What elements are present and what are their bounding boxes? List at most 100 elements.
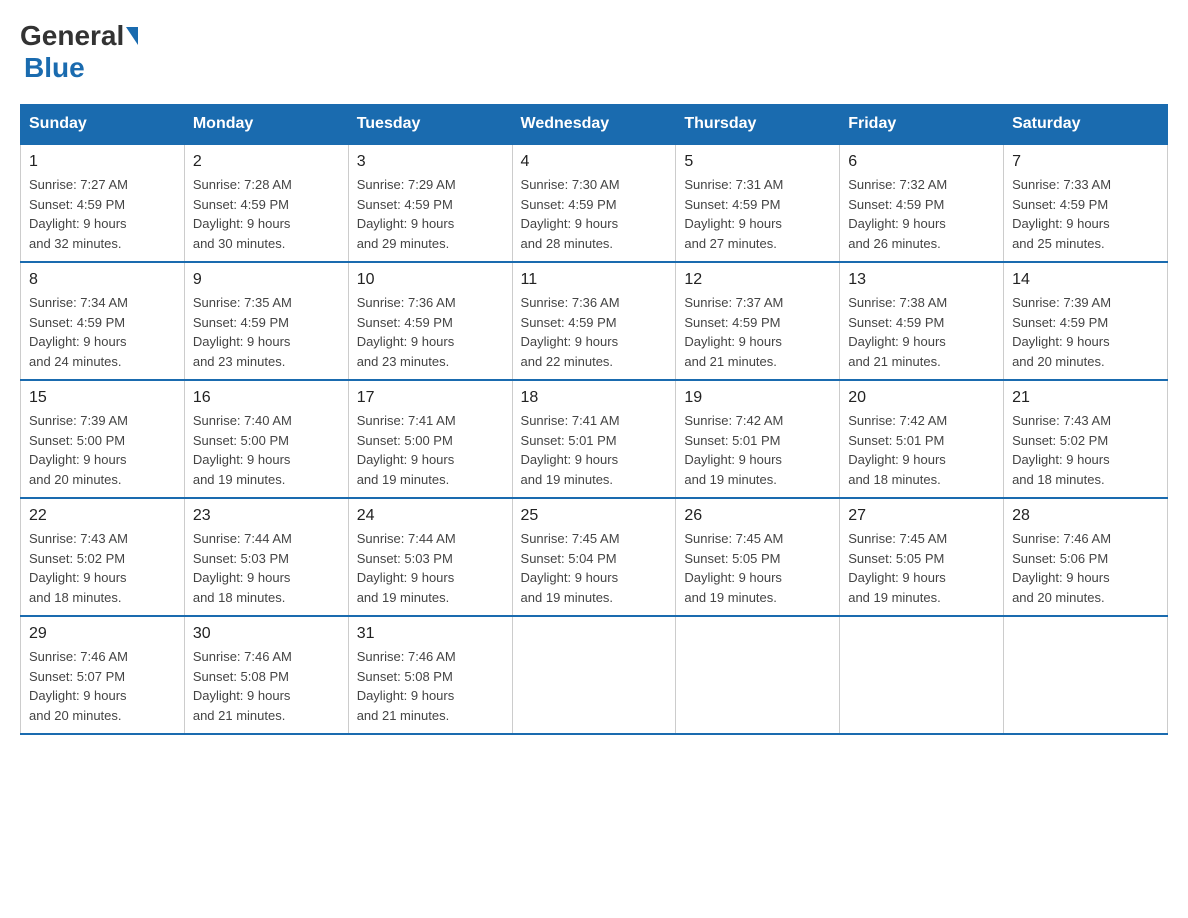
- calendar-cell: 12 Sunrise: 7:37 AM Sunset: 4:59 PM Dayl…: [676, 262, 840, 380]
- column-header-saturday: Saturday: [1004, 105, 1168, 145]
- calendar-cell: 28 Sunrise: 7:46 AM Sunset: 5:06 PM Dayl…: [1004, 498, 1168, 616]
- calendar-cell: [512, 616, 676, 734]
- day-number: 23: [193, 507, 340, 525]
- day-info: Sunrise: 7:30 AM Sunset: 4:59 PM Dayligh…: [521, 175, 668, 253]
- day-info: Sunrise: 7:38 AM Sunset: 4:59 PM Dayligh…: [848, 293, 995, 371]
- day-number: 30: [193, 625, 340, 643]
- column-header-friday: Friday: [840, 105, 1004, 145]
- day-number: 12: [684, 271, 831, 289]
- calendar-cell: 4 Sunrise: 7:30 AM Sunset: 4:59 PM Dayli…: [512, 144, 676, 262]
- calendar-cell: 30 Sunrise: 7:46 AM Sunset: 5:08 PM Dayl…: [184, 616, 348, 734]
- day-info: Sunrise: 7:41 AM Sunset: 5:00 PM Dayligh…: [357, 411, 504, 489]
- logo-general-text: General: [20, 20, 124, 52]
- day-number: 9: [193, 271, 340, 289]
- day-info: Sunrise: 7:27 AM Sunset: 4:59 PM Dayligh…: [29, 175, 176, 253]
- day-info: Sunrise: 7:33 AM Sunset: 4:59 PM Dayligh…: [1012, 175, 1159, 253]
- day-info: Sunrise: 7:44 AM Sunset: 5:03 PM Dayligh…: [357, 529, 504, 607]
- calendar-cell: 25 Sunrise: 7:45 AM Sunset: 5:04 PM Dayl…: [512, 498, 676, 616]
- calendar-week-row: 8 Sunrise: 7:34 AM Sunset: 4:59 PM Dayli…: [21, 262, 1168, 380]
- calendar-week-row: 29 Sunrise: 7:46 AM Sunset: 5:07 PM Dayl…: [21, 616, 1168, 734]
- day-number: 20: [848, 389, 995, 407]
- day-number: 28: [1012, 507, 1159, 525]
- day-number: 15: [29, 389, 176, 407]
- calendar-cell: 8 Sunrise: 7:34 AM Sunset: 4:59 PM Dayli…: [21, 262, 185, 380]
- calendar-cell: 22 Sunrise: 7:43 AM Sunset: 5:02 PM Dayl…: [21, 498, 185, 616]
- day-info: Sunrise: 7:35 AM Sunset: 4:59 PM Dayligh…: [193, 293, 340, 371]
- column-header-thursday: Thursday: [676, 105, 840, 145]
- day-info: Sunrise: 7:46 AM Sunset: 5:08 PM Dayligh…: [193, 647, 340, 725]
- day-number: 8: [29, 271, 176, 289]
- day-info: Sunrise: 7:41 AM Sunset: 5:01 PM Dayligh…: [521, 411, 668, 489]
- calendar-week-row: 15 Sunrise: 7:39 AM Sunset: 5:00 PM Dayl…: [21, 380, 1168, 498]
- day-number: 26: [684, 507, 831, 525]
- logo-blue-text: Blue: [24, 52, 85, 83]
- calendar-cell: 27 Sunrise: 7:45 AM Sunset: 5:05 PM Dayl…: [840, 498, 1004, 616]
- logo: General Blue: [20, 20, 138, 84]
- calendar-cell: 26 Sunrise: 7:45 AM Sunset: 5:05 PM Dayl…: [676, 498, 840, 616]
- calendar-cell: 2 Sunrise: 7:28 AM Sunset: 4:59 PM Dayli…: [184, 144, 348, 262]
- day-number: 1: [29, 153, 176, 171]
- calendar-cell: 16 Sunrise: 7:40 AM Sunset: 5:00 PM Dayl…: [184, 380, 348, 498]
- calendar-cell: 29 Sunrise: 7:46 AM Sunset: 5:07 PM Dayl…: [21, 616, 185, 734]
- calendar-cell: 10 Sunrise: 7:36 AM Sunset: 4:59 PM Dayl…: [348, 262, 512, 380]
- page-header: General Blue: [20, 20, 1168, 84]
- day-number: 2: [193, 153, 340, 171]
- day-info: Sunrise: 7:46 AM Sunset: 5:07 PM Dayligh…: [29, 647, 176, 725]
- calendar-cell: 15 Sunrise: 7:39 AM Sunset: 5:00 PM Dayl…: [21, 380, 185, 498]
- calendar-week-row: 1 Sunrise: 7:27 AM Sunset: 4:59 PM Dayli…: [21, 144, 1168, 262]
- day-number: 24: [357, 507, 504, 525]
- day-number: 19: [684, 389, 831, 407]
- calendar-cell: 13 Sunrise: 7:38 AM Sunset: 4:59 PM Dayl…: [840, 262, 1004, 380]
- calendar-cell: [1004, 616, 1168, 734]
- day-info: Sunrise: 7:45 AM Sunset: 5:04 PM Dayligh…: [521, 529, 668, 607]
- day-number: 31: [357, 625, 504, 643]
- day-number: 17: [357, 389, 504, 407]
- day-number: 10: [357, 271, 504, 289]
- calendar-cell: 31 Sunrise: 7:46 AM Sunset: 5:08 PM Dayl…: [348, 616, 512, 734]
- day-info: Sunrise: 7:39 AM Sunset: 5:00 PM Dayligh…: [29, 411, 176, 489]
- day-number: 11: [521, 271, 668, 289]
- day-number: 21: [1012, 389, 1159, 407]
- day-number: 18: [521, 389, 668, 407]
- column-header-monday: Monday: [184, 105, 348, 145]
- day-number: 16: [193, 389, 340, 407]
- calendar-cell: 7 Sunrise: 7:33 AM Sunset: 4:59 PM Dayli…: [1004, 144, 1168, 262]
- calendar-cell: 19 Sunrise: 7:42 AM Sunset: 5:01 PM Dayl…: [676, 380, 840, 498]
- day-info: Sunrise: 7:44 AM Sunset: 5:03 PM Dayligh…: [193, 529, 340, 607]
- calendar-header-row: SundayMondayTuesdayWednesdayThursdayFrid…: [21, 105, 1168, 145]
- day-number: 27: [848, 507, 995, 525]
- calendar-cell: 14 Sunrise: 7:39 AM Sunset: 4:59 PM Dayl…: [1004, 262, 1168, 380]
- calendar-cell: 9 Sunrise: 7:35 AM Sunset: 4:59 PM Dayli…: [184, 262, 348, 380]
- day-info: Sunrise: 7:32 AM Sunset: 4:59 PM Dayligh…: [848, 175, 995, 253]
- calendar-cell: 1 Sunrise: 7:27 AM Sunset: 4:59 PM Dayli…: [21, 144, 185, 262]
- day-number: 3: [357, 153, 504, 171]
- day-info: Sunrise: 7:43 AM Sunset: 5:02 PM Dayligh…: [1012, 411, 1159, 489]
- day-info: Sunrise: 7:46 AM Sunset: 5:06 PM Dayligh…: [1012, 529, 1159, 607]
- calendar-cell: [676, 616, 840, 734]
- calendar-cell: 20 Sunrise: 7:42 AM Sunset: 5:01 PM Dayl…: [840, 380, 1004, 498]
- column-header-wednesday: Wednesday: [512, 105, 676, 145]
- calendar-cell: 5 Sunrise: 7:31 AM Sunset: 4:59 PM Dayli…: [676, 144, 840, 262]
- day-number: 13: [848, 271, 995, 289]
- day-number: 25: [521, 507, 668, 525]
- day-info: Sunrise: 7:31 AM Sunset: 4:59 PM Dayligh…: [684, 175, 831, 253]
- day-info: Sunrise: 7:42 AM Sunset: 5:01 PM Dayligh…: [848, 411, 995, 489]
- day-info: Sunrise: 7:39 AM Sunset: 4:59 PM Dayligh…: [1012, 293, 1159, 371]
- calendar-cell: 3 Sunrise: 7:29 AM Sunset: 4:59 PM Dayli…: [348, 144, 512, 262]
- calendar-cell: 21 Sunrise: 7:43 AM Sunset: 5:02 PM Dayl…: [1004, 380, 1168, 498]
- day-number: 5: [684, 153, 831, 171]
- day-number: 7: [1012, 153, 1159, 171]
- day-info: Sunrise: 7:28 AM Sunset: 4:59 PM Dayligh…: [193, 175, 340, 253]
- day-info: Sunrise: 7:46 AM Sunset: 5:08 PM Dayligh…: [357, 647, 504, 725]
- calendar-cell: [840, 616, 1004, 734]
- column-header-tuesday: Tuesday: [348, 105, 512, 145]
- day-number: 4: [521, 153, 668, 171]
- calendar-cell: 6 Sunrise: 7:32 AM Sunset: 4:59 PM Dayli…: [840, 144, 1004, 262]
- calendar-week-row: 22 Sunrise: 7:43 AM Sunset: 5:02 PM Dayl…: [21, 498, 1168, 616]
- day-info: Sunrise: 7:42 AM Sunset: 5:01 PM Dayligh…: [684, 411, 831, 489]
- day-info: Sunrise: 7:45 AM Sunset: 5:05 PM Dayligh…: [848, 529, 995, 607]
- day-info: Sunrise: 7:36 AM Sunset: 4:59 PM Dayligh…: [357, 293, 504, 371]
- day-info: Sunrise: 7:45 AM Sunset: 5:05 PM Dayligh…: [684, 529, 831, 607]
- day-info: Sunrise: 7:37 AM Sunset: 4:59 PM Dayligh…: [684, 293, 831, 371]
- day-info: Sunrise: 7:36 AM Sunset: 4:59 PM Dayligh…: [521, 293, 668, 371]
